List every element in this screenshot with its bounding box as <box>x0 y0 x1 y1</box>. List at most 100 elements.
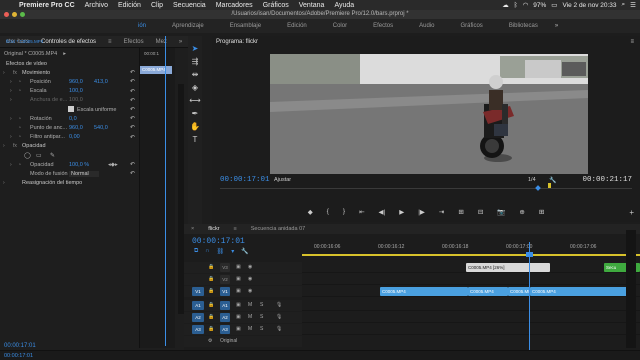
expand-chevron-icon[interactable]: › <box>10 134 12 140</box>
clip-v3-nested[interactable]: C0005.MP4 [26%] <box>466 263 550 272</box>
timeline-timecode[interactable]: 00:00:17:01 <box>192 237 245 246</box>
selection-tool-icon[interactable]: ➤ <box>192 44 199 53</box>
mini-timeline-clip[interactable]: C0005.MP4 <box>140 66 172 74</box>
solo-icon[interactable]: S <box>260 313 263 322</box>
track-name[interactable]: A3 <box>220 325 230 334</box>
mute-icon[interactable]: M <box>248 325 252 334</box>
tab-nested-sequence[interactable]: Secuencia anidada 07 <box>244 226 312 232</box>
reset-icon[interactable]: ↶ <box>130 134 135 141</box>
panel-menu-icon[interactable]: ≡ <box>227 226 244 232</box>
panel-menu-icon[interactable]: ≡ <box>630 39 634 45</box>
marker-icon[interactable] <box>548 183 551 188</box>
sync-lock-icon[interactable]: ▣ <box>236 313 241 322</box>
tab-effects[interactable]: Efectos <box>118 39 150 45</box>
anchor-y-value[interactable]: 540,0 <box>94 125 108 131</box>
stopwatch-icon[interactable]: ◔ <box>18 79 21 85</box>
timeline-playhead[interactable] <box>529 242 530 350</box>
pen-mask-icon[interactable]: ✎ <box>50 152 55 159</box>
clip-v1[interactable]: C0005.MP4 <box>530 287 630 296</box>
workspace-more-button[interactable]: » <box>555 23 558 29</box>
video-frame[interactable] <box>270 54 588 174</box>
eye-icon[interactable]: ◉ <box>248 275 252 284</box>
scrubber-playhead[interactable] <box>535 185 541 191</box>
lock-icon[interactable]: 🔒 <box>208 301 214 310</box>
program-current-timecode[interactable]: 00:00:17:01 <box>220 176 270 184</box>
mute-icon[interactable]: M <box>248 301 252 310</box>
minimize-window-button[interactable] <box>12 12 17 17</box>
menu-edicion[interactable]: Edición <box>113 2 146 9</box>
track-name[interactable]: V3 <box>220 263 230 272</box>
track-name[interactable]: V2 <box>220 275 230 284</box>
expand-chevron-icon[interactable]: › <box>10 88 12 94</box>
sync-lock-icon[interactable]: ▣ <box>236 325 241 334</box>
menu-app-name[interactable]: Premiere Pro CC <box>14 2 80 9</box>
effect-controls-timecode[interactable]: 00:00:17:01 <box>4 343 36 349</box>
source-patch-a3[interactable]: A3 <box>192 325 204 334</box>
expand-chevron-icon[interactable]: › <box>10 162 12 168</box>
microphone-icon[interactable]: 🎙 <box>276 325 282 334</box>
scale-value[interactable]: 100,0 <box>69 88 83 94</box>
snap-icon[interactable]: ∩ <box>205 248 209 255</box>
reset-icon[interactable]: ↶ <box>130 115 135 122</box>
mark-in-button[interactable]: { <box>327 208 329 218</box>
microphone-icon[interactable]: 🎙 <box>276 301 282 310</box>
slip-tool-icon[interactable]: ⟷ <box>189 96 200 105</box>
lift-button[interactable]: ⊞ <box>458 208 463 218</box>
reset-icon[interactable]: ↶ <box>130 170 135 177</box>
work-area-bar[interactable] <box>302 254 640 256</box>
source-patch-a2[interactable]: A2 <box>192 313 204 322</box>
extract-button[interactable]: ⊟ <box>478 208 483 218</box>
clock[interactable]: Vie 2 de nov 20:33 <box>562 2 616 9</box>
sync-lock-icon[interactable]: ▣ <box>236 301 241 310</box>
position-y-value[interactable]: 413,0 <box>94 79 108 85</box>
tab-sequence-flickr[interactable]: flickr <box>201 226 226 232</box>
effect-controls-mini-timeline[interactable]: 00:00:1 C0005.MP4 <box>139 48 175 348</box>
razor-tool-icon[interactable]: ◈ <box>192 83 198 92</box>
workspace-tab-bibliotecas[interactable]: Bibliotecas <box>496 23 551 29</box>
effect-controls-playhead[interactable] <box>165 36 166 346</box>
add-marker-icon[interactable]: ▾ <box>231 248 234 255</box>
workspace-tab-audio[interactable]: Audio <box>406 23 447 29</box>
expand-chevron-icon[interactable]: › <box>10 79 12 85</box>
lock-icon[interactable]: 🔒 <box>208 275 214 284</box>
lock-icon[interactable]: 🔒 <box>208 325 214 334</box>
eye-icon[interactable]: ◉ <box>248 263 252 272</box>
uniform-scale-checkbox[interactable] <box>68 105 74 112</box>
track-name[interactable]: A1 <box>220 301 230 310</box>
battery-icon[interactable]: ▭ <box>551 1 557 9</box>
source-clip-dropdown[interactable]: Original * C0005.MP4 <box>4 51 57 57</box>
flicker-value[interactable]: 0,00 <box>69 134 80 140</box>
track-select-tool-icon[interactable]: ⇶ <box>192 57 199 66</box>
fx-badge-icon[interactable]: fx <box>13 143 17 149</box>
ripple-edit-tool-icon[interactable]: ⇹ <box>192 70 199 79</box>
type-tool-icon[interactable]: T <box>193 135 198 144</box>
battery-percent[interactable]: 97% <box>533 2 546 9</box>
expand-chevron-icon[interactable]: › <box>3 143 5 149</box>
solo-icon[interactable]: S <box>260 301 263 310</box>
expand-chevron-icon[interactable]: › <box>3 70 5 76</box>
reset-icon[interactable]: ↶ <box>130 78 135 85</box>
go-to-in-button[interactable]: ⇤ <box>359 208 364 218</box>
position-x-value[interactable]: 960,0 <box>69 79 83 85</box>
close-window-button[interactable] <box>4 12 9 17</box>
stopwatch-icon[interactable]: ◔ <box>18 125 21 131</box>
play-only-audio-icon[interactable]: ▸ <box>63 51 66 57</box>
export-frame-button[interactable]: 📷 <box>497 208 505 218</box>
stopwatch-icon[interactable]: ◔ <box>18 116 21 122</box>
reset-icon[interactable]: ↶ <box>130 88 135 95</box>
workspace-tab-ensamblaje[interactable]: Ensamblaje <box>217 23 274 29</box>
reset-icon[interactable]: ↶ <box>130 161 135 168</box>
playback-resolution-select[interactable]: 1/4 <box>528 177 536 183</box>
comparison-view-button[interactable]: ⊕ <box>519 208 524 218</box>
keyframe-nav-icon[interactable]: ◂◆▸ <box>108 162 118 168</box>
anchor-x-value[interactable]: 960,0 <box>69 125 83 131</box>
timeline-settings-icon[interactable]: 🔧 <box>241 248 248 255</box>
search-icon[interactable]: ⌕ <box>622 1 626 9</box>
play-button[interactable]: ▶ <box>399 208 404 218</box>
reset-icon[interactable]: ↶ <box>130 124 135 131</box>
mute-icon[interactable]: M <box>248 313 252 322</box>
wifi-icon[interactable]: ◠ <box>523 1 529 9</box>
zoom-fit-select[interactable]: Ajustar <box>274 177 291 183</box>
opacity-value[interactable]: 100,0 % <box>69 162 89 168</box>
track-name[interactable]: V1 <box>220 287 230 296</box>
